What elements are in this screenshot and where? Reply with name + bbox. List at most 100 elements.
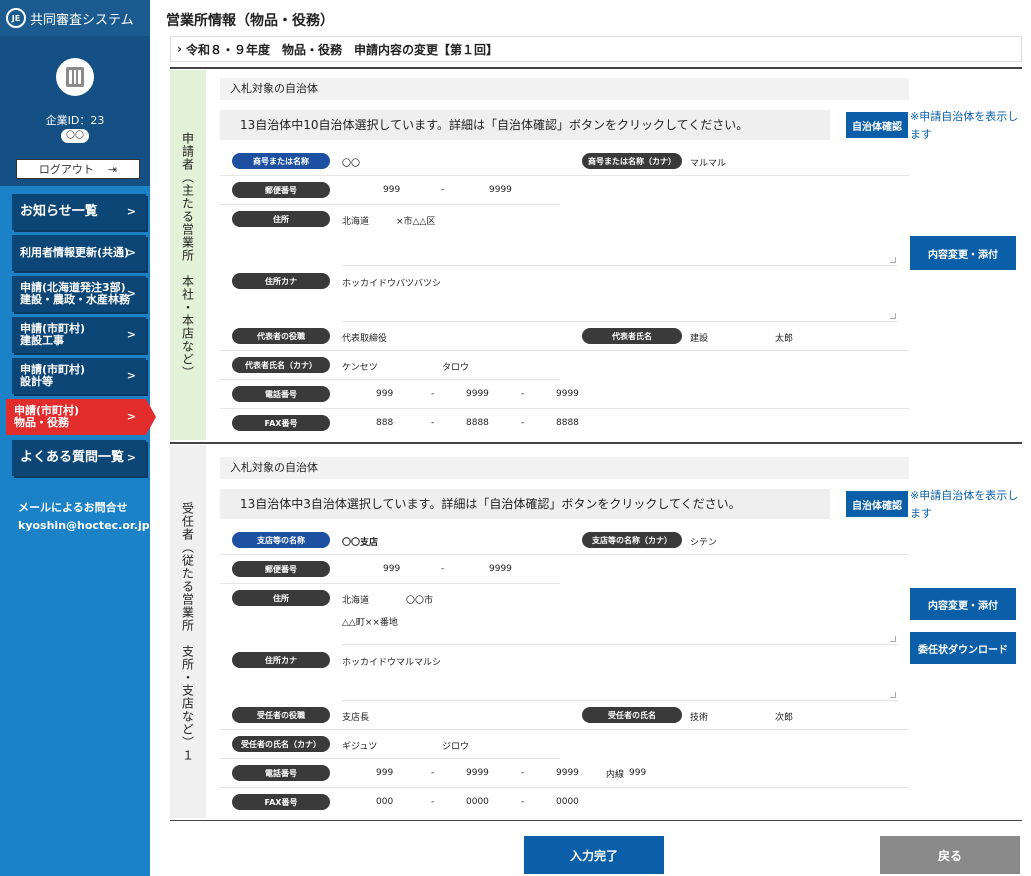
sidebar-item-label: お知らせ一覧 bbox=[20, 204, 98, 219]
address-textarea[interactable] bbox=[342, 607, 898, 645]
fax-label: FAX番号 bbox=[232, 415, 330, 431]
chevron-right-icon: > bbox=[126, 287, 136, 300]
tel-dash-2: - bbox=[521, 389, 525, 399]
selection-message: 13自治体中10自治体選択しています。詳細は「自治体確認」ボタンをクリックしてく… bbox=[220, 110, 830, 140]
tel3: 9999 bbox=[556, 768, 579, 778]
resize-grip-icon[interactable] bbox=[890, 257, 896, 263]
chevron-right-icon: > bbox=[126, 246, 136, 259]
power-of-attorney-download-button[interactable]: 委任状ダウンロード bbox=[910, 632, 1016, 664]
fax-dash-2: - bbox=[521, 418, 525, 428]
sidebar-menu: お知らせ一覧 > 利用者情報更新(共通) > 申請(北海道発注3部) 建設・農政・水… bbox=[0, 186, 156, 476]
tel-dash-2: - bbox=[521, 768, 525, 778]
sidebar-item-construction[interactable]: 申請(市町村) 建設工事 > bbox=[12, 317, 146, 353]
back-button[interactable]: 戻る bbox=[880, 836, 1020, 874]
address-textarea[interactable] bbox=[342, 228, 898, 266]
name-label: 商号または名称 bbox=[232, 153, 330, 169]
agent-kana-label: 受任者の氏名（カナ） bbox=[232, 736, 330, 752]
logout-icon: ⇥ bbox=[107, 162, 118, 176]
address-city: ×市△△区 bbox=[396, 217, 436, 227]
applicant-section: 申請者（主たる営業所 本社・本店など） 入札対象の自治体 13自治体中10自治体… bbox=[170, 70, 1022, 440]
applicant-content: 入札対象の自治体 13自治体中10自治体選択しています。詳細は「自治体確認」ボタ… bbox=[206, 70, 909, 440]
chevron-right-icon: > bbox=[126, 451, 136, 464]
company-name-badge: 〇〇 bbox=[61, 129, 89, 143]
rep-first-kana: タロウ bbox=[442, 363, 470, 373]
tel2: 9999 bbox=[466, 768, 489, 778]
row-divider bbox=[220, 729, 909, 730]
zip1: 999 bbox=[383, 185, 401, 195]
target-municipality-bar: 入札対象の自治体 bbox=[220, 78, 909, 100]
sidebar-item-faq[interactable]: よくある質問一覧 > bbox=[12, 440, 146, 476]
subtitle-text: 令和８・９年度 物品・役務 申請内容の変更【第１回】 bbox=[185, 42, 498, 57]
sidebar-item-label: 申請(北海道発注3部) 建設・農政・水産林務 bbox=[20, 281, 130, 306]
page-subtitle: › 令和８・９年度 物品・役務 申請内容の変更【第１回】 bbox=[170, 36, 1022, 62]
address-pref: 北海道 bbox=[342, 596, 370, 606]
address-kana-value: ホッカイドウバツバツシ bbox=[342, 279, 442, 289]
sidebar-item-hokkaido[interactable]: 申請(北海道発注3部) 建設・農政・水産林務 > bbox=[12, 276, 146, 312]
sidebar-item-notices[interactable]: お知らせ一覧 > bbox=[12, 194, 146, 230]
fax2: 0000 bbox=[466, 797, 489, 807]
zip-label: 郵便番号 bbox=[232, 182, 330, 198]
fax-label: FAX番号 bbox=[232, 794, 330, 810]
applicant-side-label: 申請者（主たる営業所 本社・本店など） bbox=[170, 70, 206, 440]
row-divider bbox=[220, 408, 909, 409]
resize-grip-icon[interactable] bbox=[890, 692, 896, 698]
brand[interactable]: JE 共同審査システム bbox=[0, 0, 150, 36]
address-kana-textarea[interactable] bbox=[342, 669, 898, 701]
main-content: 営業所情報（物品・役務） › 令和８・９年度 物品・役務 申請内容の変更【第１回… bbox=[150, 0, 1031, 876]
chevron-right-icon: > bbox=[126, 328, 136, 341]
agent-first-name: 次郎 bbox=[775, 713, 794, 723]
sidebar-item-user-update[interactable]: 利用者情報更新(共通) > bbox=[12, 235, 146, 271]
tel1: 999 bbox=[376, 389, 394, 399]
agent-role-label: 受任者の役職 bbox=[232, 707, 330, 723]
agent-last-kana: ギジュツ bbox=[342, 742, 378, 752]
applicant-change-button[interactable]: 内容変更・添付 bbox=[910, 236, 1016, 270]
rep-last-name: 建設 bbox=[690, 334, 709, 344]
tel-dash-1: - bbox=[431, 389, 435, 399]
branch-name-value: 〇〇支店 bbox=[342, 538, 379, 548]
resize-grip-icon[interactable] bbox=[890, 636, 896, 642]
profile-panel: 企業ID：23 〇〇 ログアウト ⇥ bbox=[0, 36, 150, 186]
building-icon bbox=[66, 67, 84, 87]
zip2: 9999 bbox=[489, 564, 512, 574]
confirm-municipality-button[interactable]: 自治体確認 bbox=[846, 491, 908, 517]
avatar bbox=[56, 58, 94, 96]
agent-first-kana: ジロウ bbox=[442, 742, 470, 752]
selection-message: 13自治体中3自治体選択しています。詳細は「自治体確認」ボタンをクリックしてくだ… bbox=[220, 489, 830, 519]
divider bbox=[170, 67, 1022, 69]
brand-logo-icon: JE bbox=[6, 8, 26, 28]
contact-email[interactable]: kyoshin@hoctec.or.jp bbox=[18, 517, 150, 535]
company-id: 企業ID：23 bbox=[45, 114, 105, 127]
ext-label: 内線 bbox=[606, 770, 625, 780]
sidebar-item-goods-services[interactable]: 申請(市町村) 物品・役務 > bbox=[6, 399, 156, 435]
sidebar-item-label: 利用者情報更新(共通) bbox=[20, 246, 130, 259]
logout-button[interactable]: ログアウト ⇥ bbox=[16, 159, 140, 179]
tel2: 9999 bbox=[466, 389, 489, 399]
agent-side-label: 受任者（従たる営業所 支所・支店など）１ bbox=[170, 445, 206, 818]
rep-role-value: 代表取締役 bbox=[342, 334, 388, 344]
address-kana-value: ホッカイドウマルマルシ bbox=[342, 658, 442, 668]
tel1: 999 bbox=[376, 768, 394, 778]
zip2: 9999 bbox=[489, 185, 512, 195]
tel-dash-1: - bbox=[431, 768, 435, 778]
logout-label: ログアウト bbox=[38, 163, 94, 176]
fax-dash-1: - bbox=[431, 418, 435, 428]
row-divider bbox=[220, 379, 560, 380]
zip-dash: - bbox=[441, 185, 445, 195]
kana-value: マルマル bbox=[690, 159, 727, 169]
divider bbox=[170, 820, 1022, 821]
row-divider bbox=[220, 554, 909, 555]
sidebar-item-design[interactable]: 申請(市町村) 設計等 > bbox=[12, 358, 146, 394]
input-complete-button[interactable]: 入力完了 bbox=[524, 836, 664, 874]
resize-grip-icon[interactable] bbox=[890, 313, 896, 319]
agent-change-button[interactable]: 内容変更・添付 bbox=[910, 588, 1016, 620]
address-kana-textarea[interactable] bbox=[342, 290, 898, 322]
divider bbox=[170, 442, 1022, 444]
fax3: 8888 bbox=[556, 418, 579, 428]
address-city: 〇〇市 bbox=[406, 596, 434, 606]
sidebar-item-label: よくある質問一覧 bbox=[20, 450, 125, 465]
sidebar-item-label: 申請(市町村) 設計等 bbox=[20, 363, 86, 388]
confirm-municipality-button[interactable]: 自治体確認 bbox=[846, 112, 908, 138]
rep-last-kana: ケンセツ bbox=[342, 363, 378, 373]
address-label: 住所 bbox=[232, 211, 330, 227]
chevron-right-icon: › bbox=[177, 42, 182, 56]
